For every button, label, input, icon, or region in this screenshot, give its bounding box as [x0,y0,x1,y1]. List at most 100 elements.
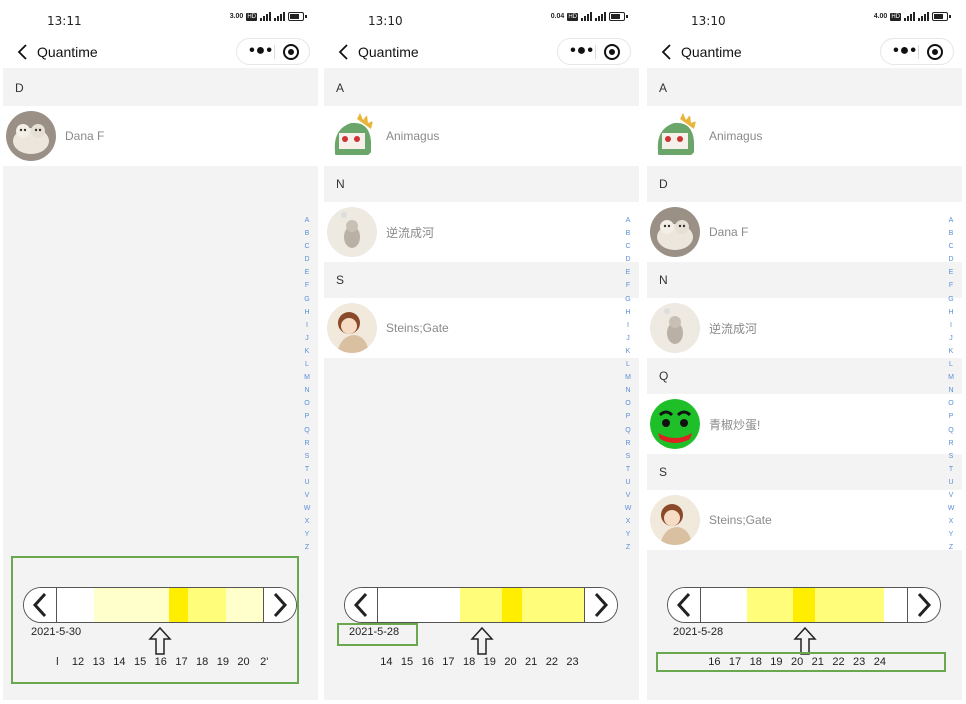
next-button[interactable] [907,588,940,622]
heat-cell[interactable] [439,588,461,622]
index-letter[interactable]: O [946,397,956,410]
heat-cell[interactable] [769,588,793,622]
heat-cell[interactable] [746,588,770,622]
index-letter[interactable]: Z [623,541,633,554]
timeline-slider[interactable] [667,587,941,623]
heat-cell[interactable] [501,588,523,622]
index-letter[interactable]: I [302,319,312,332]
index-letter[interactable]: I [946,319,956,332]
contact-row[interactable]: Steins;Gate [647,490,962,550]
index-letter[interactable]: A [623,214,633,227]
heatmap-track[interactable] [378,588,584,622]
heat-cell[interactable] [861,588,885,622]
contact-row[interactable]: Animagus [324,106,639,166]
contact-row[interactable]: Dana F [647,202,962,262]
index-letter[interactable]: N [302,384,312,397]
heat-cell[interactable] [815,588,839,622]
index-letter[interactable]: D [946,253,956,266]
heat-cell[interactable] [838,588,862,622]
index-letter[interactable]: F [302,279,312,292]
index-letter[interactable]: F [623,279,633,292]
index-letter[interactable]: Z [302,541,312,554]
index-letter[interactable]: V [302,489,312,502]
heat-cell[interactable] [522,588,543,622]
index-letter[interactable]: W [302,502,312,515]
index-letter[interactable]: O [302,397,312,410]
index-letter[interactable]: K [302,345,312,358]
index-letter[interactable]: G [946,293,956,306]
index-letter[interactable]: C [946,240,956,253]
index-letter[interactable]: U [623,476,633,489]
heat-cell[interactable] [398,588,420,622]
index-letter[interactable]: H [623,306,633,319]
index-letter[interactable]: V [946,489,956,502]
index-letter[interactable]: N [946,384,956,397]
heat-cell[interactable] [563,588,584,622]
index-letter[interactable]: T [302,463,312,476]
index-letter[interactable]: J [302,332,312,345]
index-letter[interactable]: L [946,358,956,371]
close-target-icon[interactable] [604,44,620,60]
index-letter[interactable]: V [623,489,633,502]
contact-row[interactable]: Steins;Gate [324,298,639,358]
contact-row[interactable]: Animagus [647,106,962,166]
heat-cell[interactable] [419,588,440,622]
index-letter[interactable]: Q [946,424,956,437]
timeline-slider[interactable] [344,587,618,623]
index-letter[interactable]: C [302,240,312,253]
heatmap-track[interactable] [701,588,908,622]
index-letter[interactable]: M [302,371,312,384]
heat-cell[interactable] [460,588,481,622]
alphabet-index[interactable]: ABCDEFGHIJKLMNOPQRSTUVWXYZ [302,214,312,554]
index-letter[interactable]: H [946,306,956,319]
index-letter[interactable]: G [623,293,633,306]
index-letter[interactable]: I [623,319,633,332]
index-letter[interactable]: B [302,227,312,240]
index-letter[interactable]: U [302,476,312,489]
index-letter[interactable]: D [623,253,633,266]
back-arrow-icon[interactable] [336,43,352,61]
index-letter[interactable]: P [302,410,312,423]
index-letter[interactable]: O [623,397,633,410]
index-letter[interactable]: W [623,502,633,515]
heat-cell[interactable] [701,588,724,622]
index-letter[interactable]: D [302,253,312,266]
index-letter[interactable]: M [946,371,956,384]
back-arrow-icon[interactable] [659,43,675,61]
index-letter[interactable]: X [302,515,312,528]
index-letter[interactable]: X [623,515,633,528]
alphabet-index[interactable]: ABCDEFGHIJKLMNOPQRSTUVWXYZ [623,214,633,554]
index-letter[interactable]: E [623,266,633,279]
index-letter[interactable]: S [623,450,633,463]
prev-button[interactable] [345,588,378,622]
more-icon[interactable]: •●• [891,43,919,60]
index-letter[interactable]: M [623,371,633,384]
index-letter[interactable]: U [946,476,956,489]
index-letter[interactable]: Y [302,528,312,541]
index-letter[interactable]: A [946,214,956,227]
index-letter[interactable]: K [623,345,633,358]
heat-cell[interactable] [884,588,908,622]
index-letter[interactable]: T [946,463,956,476]
index-letter[interactable]: N [623,384,633,397]
index-letter[interactable]: Z [946,541,956,554]
more-icon[interactable]: •●• [247,43,275,60]
next-button[interactable] [584,588,617,622]
index-letter[interactable]: A [302,214,312,227]
index-letter[interactable]: B [946,227,956,240]
prev-button[interactable] [668,588,701,622]
heat-cell[interactable] [792,588,816,622]
index-letter[interactable]: G [302,293,312,306]
index-letter[interactable]: J [623,332,633,345]
heat-cell[interactable] [378,588,399,622]
index-letter[interactable]: K [946,345,956,358]
index-letter[interactable]: F [946,279,956,292]
index-letter[interactable]: P [946,410,956,423]
contact-row[interactable]: Dana F [3,106,318,166]
index-letter[interactable]: H [302,306,312,319]
index-letter[interactable]: E [302,266,312,279]
index-letter[interactable]: E [946,266,956,279]
close-target-icon[interactable] [927,44,943,60]
back-arrow-icon[interactable] [15,43,31,61]
heat-cell[interactable] [542,588,564,622]
